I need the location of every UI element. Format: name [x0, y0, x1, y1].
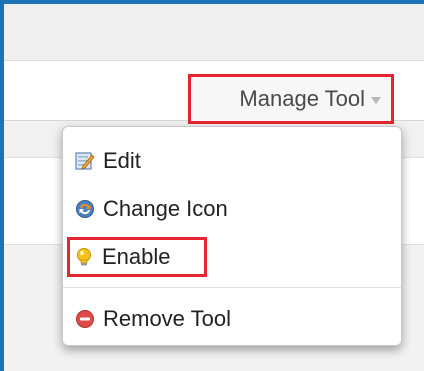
menu-item-enable-label: Enable [102, 244, 171, 269]
edit-icon [75, 151, 95, 171]
manage-tool-menu: Edit Change Icon Enable Remove Tool [62, 126, 402, 346]
menu-item-enable[interactable]: Enable [67, 237, 207, 277]
window-frame: Manage Tool Edit Change Icon Enable Remo… [0, 0, 424, 371]
change-icon-icon [75, 199, 95, 219]
menu-item-edit-label: Edit [103, 148, 141, 173]
menu-item-remove-tool-label: Remove Tool [103, 306, 231, 331]
menu-item-edit[interactable]: Edit [69, 141, 395, 181]
menu-item-remove-tool[interactable]: Remove Tool [69, 299, 395, 339]
manage-tool-button[interactable]: Manage Tool [188, 74, 394, 124]
lightbulb-icon [74, 247, 94, 267]
menu-item-change-icon-label: Change Icon [103, 196, 228, 221]
menu-divider [63, 287, 401, 288]
remove-icon [75, 309, 95, 329]
dropdown-caret-icon [371, 96, 381, 104]
menu-item-change-icon[interactable]: Change Icon [69, 189, 395, 229]
top-bar [4, 4, 424, 61]
manage-tool-label: Manage Tool [239, 86, 365, 111]
